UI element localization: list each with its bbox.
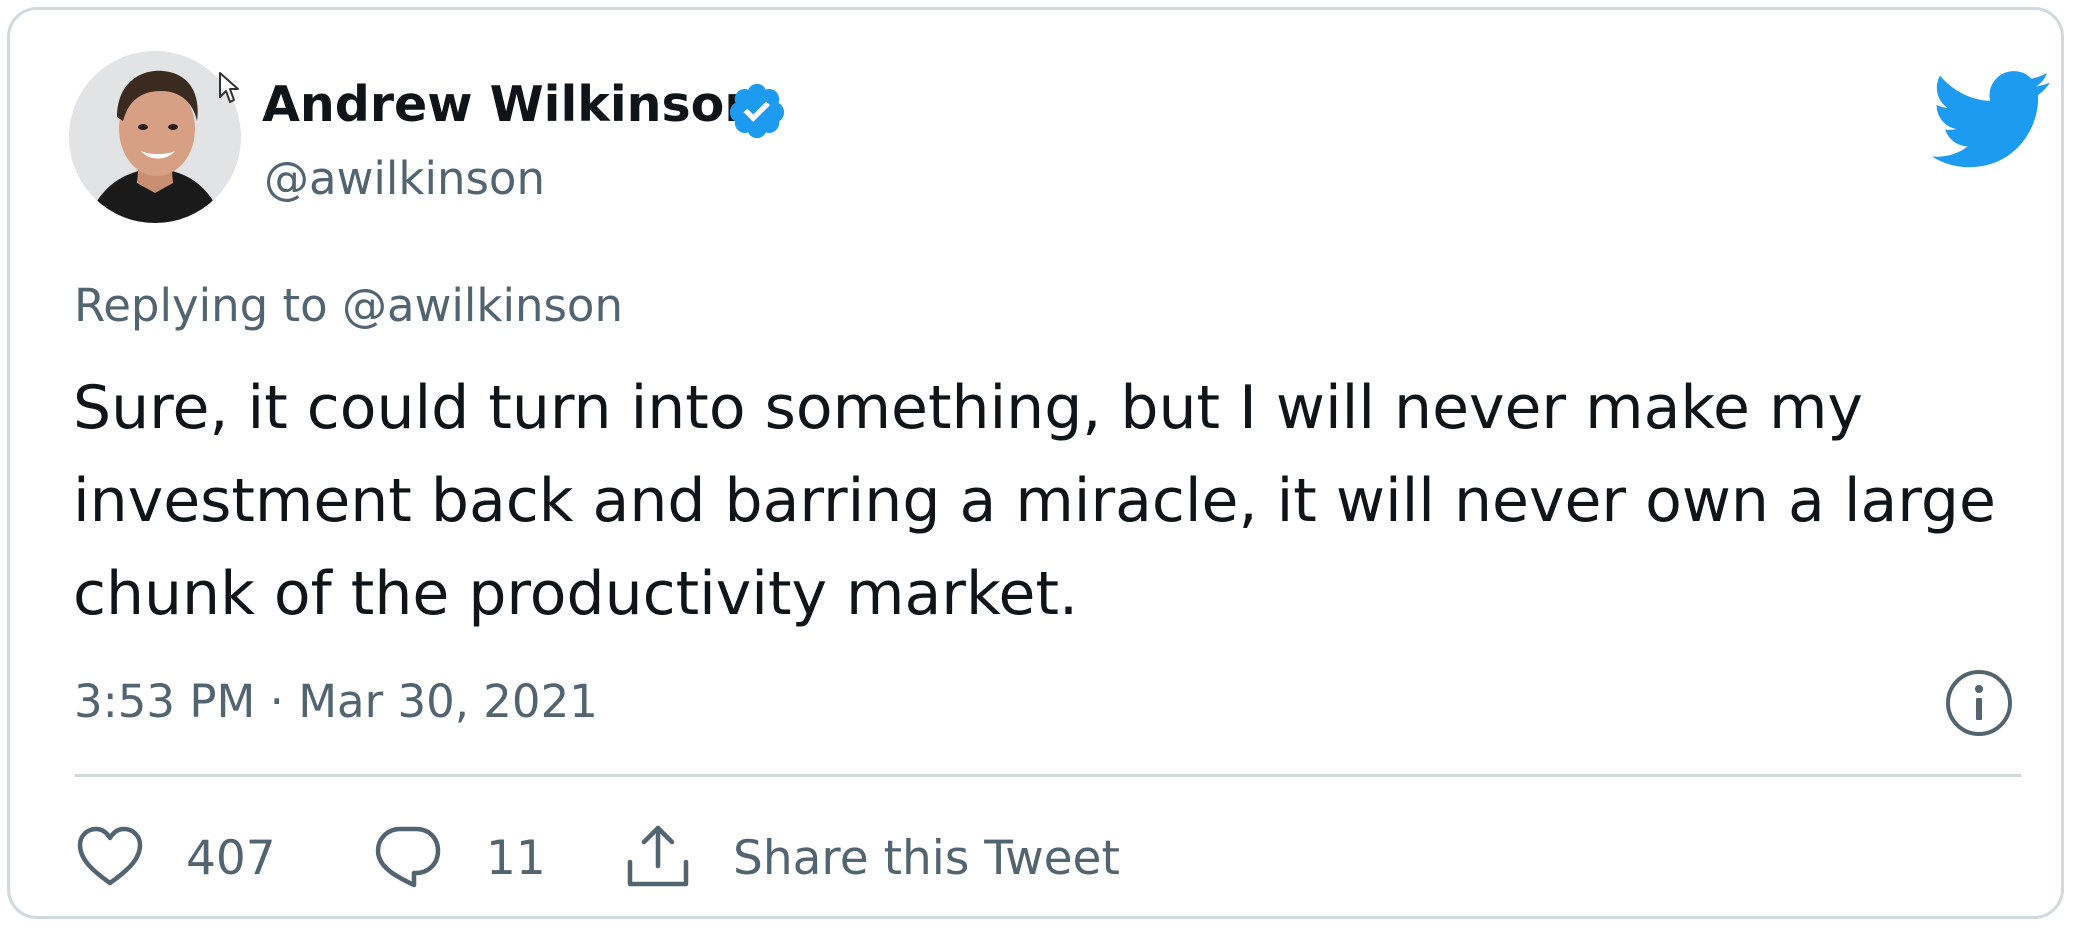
like-count[interactable]: 407 xyxy=(186,835,276,882)
author-display-name[interactable]: Andrew Wilkinson xyxy=(262,80,759,129)
share-upload-icon[interactable] xyxy=(624,822,692,890)
replying-to-text[interactable]: Replying to @awilkinson xyxy=(74,283,623,328)
avatar-portrait xyxy=(69,51,241,223)
tweet-body: Sure, it could turn into something, but … xyxy=(73,373,1996,629)
reply-count[interactable]: 11 xyxy=(486,835,546,882)
tweet-card: Andrew Wilkinson @awilkinson Replying to… xyxy=(7,7,2064,919)
tweet-timestamp[interactable]: 3:53 PM · Mar 30, 2021 xyxy=(74,679,598,724)
heart-icon[interactable] xyxy=(76,825,144,887)
reply-bubble-icon[interactable] xyxy=(374,823,442,889)
twitter-bird-icon[interactable] xyxy=(1927,67,2052,169)
share-tweet-button[interactable]: Share this Tweet xyxy=(733,835,1120,882)
info-icon[interactable] xyxy=(1944,668,2014,738)
verified-badge-icon xyxy=(729,83,785,139)
divider xyxy=(75,774,2021,777)
mouse-cursor-icon xyxy=(219,72,239,103)
avatar[interactable] xyxy=(69,51,241,223)
author-handle[interactable]: @awilkinson xyxy=(264,156,545,201)
